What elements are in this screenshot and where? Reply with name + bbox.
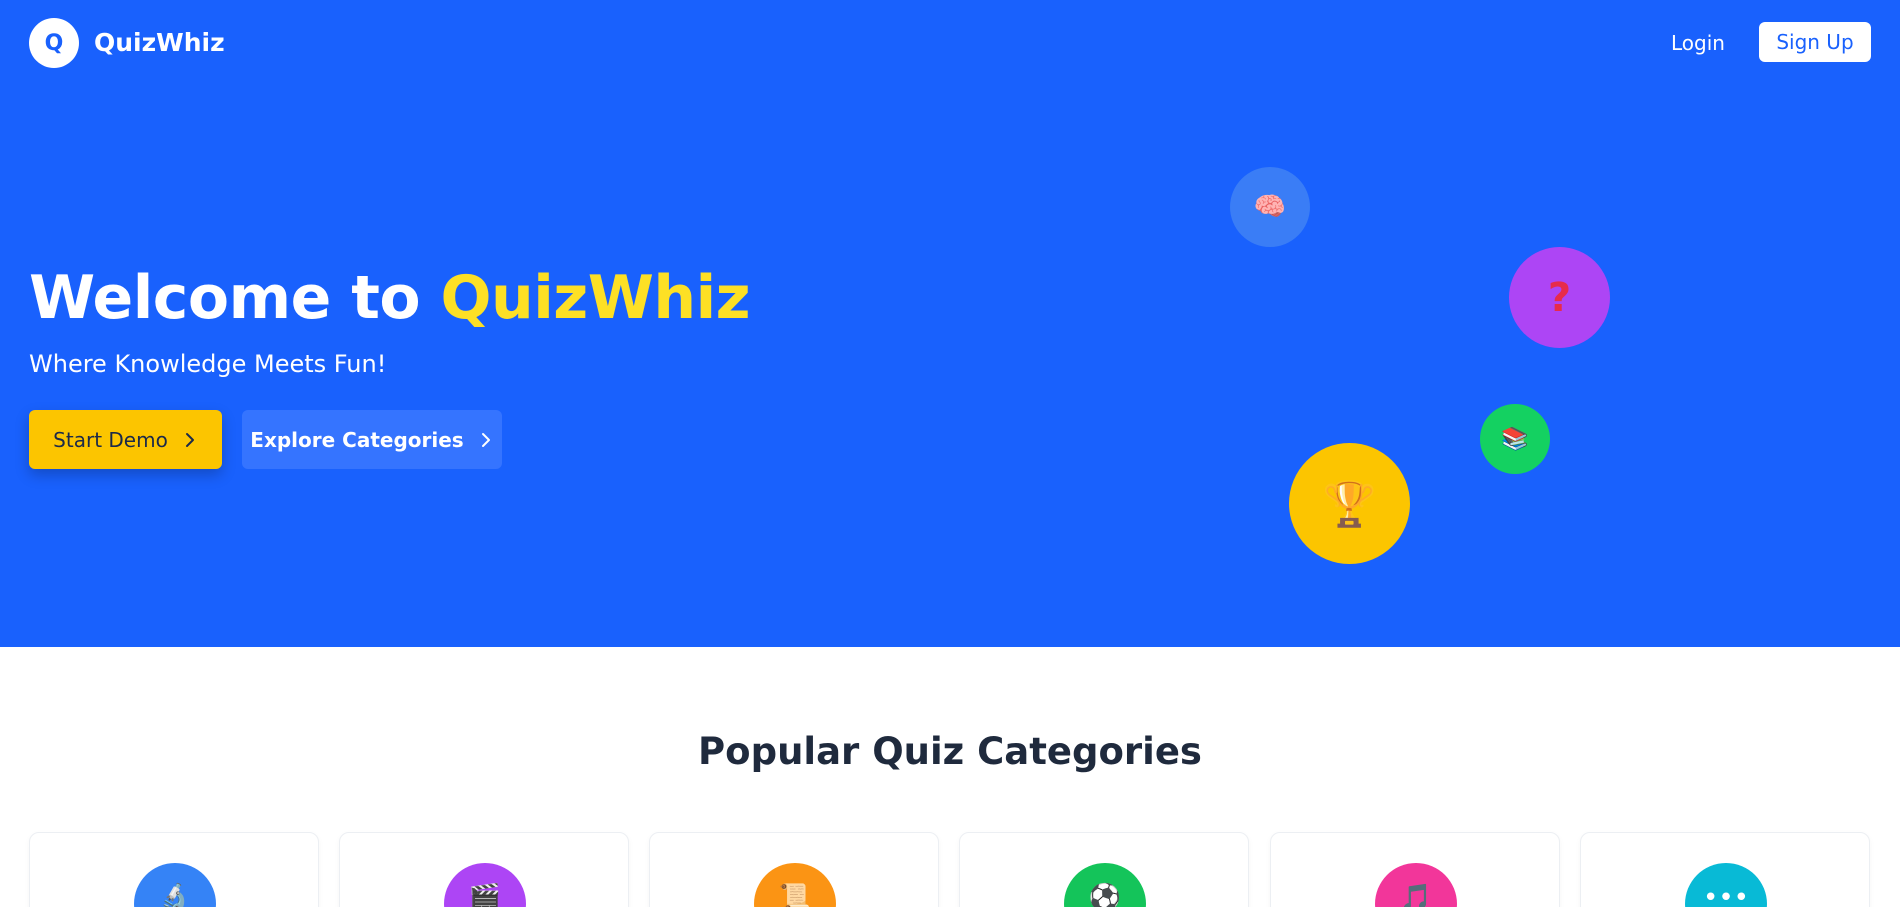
hero-title-prefix: Welcome to [29, 263, 441, 333]
trophy-icon: 🏆 [1289, 443, 1410, 564]
soccer-ball-icon: ⚽ [1064, 863, 1146, 907]
explore-categories-button[interactable]: Explore Categories [242, 410, 502, 469]
hero-title-accent: QuizWhiz [440, 263, 751, 333]
brain-icon: 🧠 [1230, 167, 1310, 247]
books-icon: 📚 [1480, 404, 1550, 474]
more-icon: ••• [1685, 863, 1767, 907]
category-card[interactable]: ••• [1580, 832, 1870, 907]
explore-categories-label: Explore Categories [250, 427, 464, 452]
category-card[interactable]: 🎬 [339, 832, 629, 907]
hero-subtitle: Where Knowledge Meets Fun! [29, 350, 387, 378]
category-card[interactable]: 🎵 [1270, 832, 1560, 907]
hero-title: Welcome to QuizWhiz [29, 262, 751, 334]
login-link[interactable]: Login [1662, 26, 1734, 60]
category-card[interactable]: 🔬 [29, 832, 319, 907]
chevron-right-icon [182, 432, 198, 448]
hero-section: Q QuizWhiz Login Sign Up Welcome to Quiz… [0, 0, 1900, 647]
microscope-icon: 🔬 [134, 863, 216, 907]
categories-title: Popular Quiz Categories [698, 730, 1202, 773]
category-card[interactable]: 📜 [649, 832, 939, 907]
question-icon: ? [1509, 247, 1610, 348]
logo-icon[interactable]: Q [29, 18, 79, 68]
start-demo-button[interactable]: Start Demo [29, 410, 222, 469]
music-note-icon: 🎵 [1375, 863, 1457, 907]
category-card[interactable]: ⚽ [959, 832, 1249, 907]
chevron-right-icon [478, 432, 494, 448]
clapperboard-icon: 🎬 [444, 863, 526, 907]
start-demo-label: Start Demo [53, 427, 168, 452]
brand-name[interactable]: QuizWhiz [94, 26, 225, 60]
signup-button[interactable]: Sign Up [1759, 22, 1871, 62]
scroll-icon: 📜 [754, 863, 836, 907]
